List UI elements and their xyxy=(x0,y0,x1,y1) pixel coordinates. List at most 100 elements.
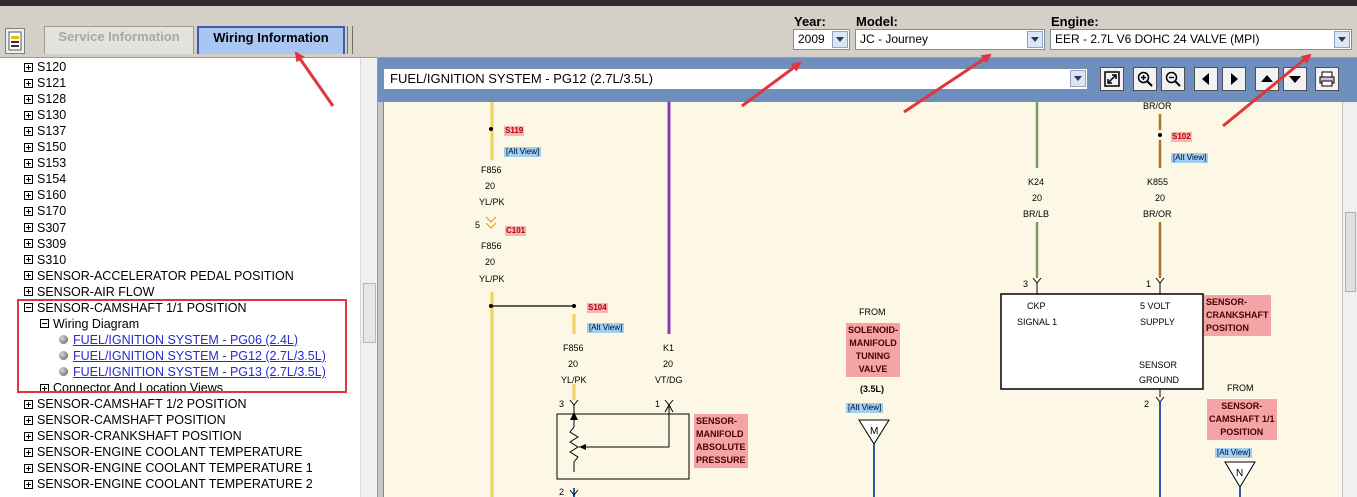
arrow-left-button[interactable] xyxy=(1194,67,1218,91)
tree-item-label: SENSOR-AIR FLOW xyxy=(37,284,155,299)
chevron-down-icon[interactable] xyxy=(1027,31,1043,48)
expand-icon[interactable] xyxy=(24,206,33,216)
crank-sensor-label[interactable]: SENSOR- CRANKSHAFT POSITION xyxy=(1204,295,1271,337)
year-label: Year: xyxy=(794,14,826,29)
ground-label: GROUND xyxy=(1139,375,1179,385)
tree-item-sensor[interactable]: SENSOR-CAMSHAFT 1/2 POSITION xyxy=(24,396,247,412)
expand-icon[interactable] xyxy=(24,110,33,120)
map-label-line: SENSOR- xyxy=(696,416,738,426)
model-label: Model: xyxy=(856,14,898,29)
model-select[interactable]: JC - Journey xyxy=(855,29,1045,50)
engine-select[interactable]: EER - 2.7L V6 DOHC 24 VALVE (MPI) xyxy=(1050,29,1352,50)
expand-icon[interactable] xyxy=(24,287,33,297)
tree-scroll-thumb[interactable] xyxy=(363,283,376,343)
tree-item-label: S307 xyxy=(37,220,67,235)
tree-item-label: S130 xyxy=(37,108,67,123)
arrow-right-button[interactable] xyxy=(1222,67,1246,91)
wire-color-brlb: BR/LB xyxy=(1023,209,1050,219)
cam11-label[interactable]: SENSOR- CAMSHAFT 1/1 POSITION xyxy=(1207,399,1277,441)
expand-icon[interactable] xyxy=(24,447,33,457)
splice-s104[interactable]: S104 xyxy=(587,303,608,313)
tab-service-information[interactable]: Service Information xyxy=(44,26,194,54)
wiring-diagram-canvas[interactable]: S119 [Alt View] F856 20 YL/PK 5 C101 F85… xyxy=(383,102,1343,497)
tree-item-s[interactable]: S170 xyxy=(24,203,66,219)
arrow-right-icon xyxy=(1231,73,1238,85)
tree-item-label: S128 xyxy=(37,92,67,107)
arrow-up-button[interactable] xyxy=(1255,67,1279,91)
alt-view-link[interactable]: [Alt View] xyxy=(587,323,625,333)
expand-icon[interactable] xyxy=(24,142,33,152)
expand-icon[interactable] xyxy=(24,94,33,104)
tree-item-label: SENSOR-CAMSHAFT 1/2 POSITION xyxy=(37,397,247,412)
solenoid-label[interactable]: SOLENOID- MANIFOLD TUNING VALVE xyxy=(846,323,901,378)
tree-item-s[interactable]: S309 xyxy=(24,236,66,252)
tree-item-label: SENSOR-CRANKSHAFT POSITION xyxy=(37,429,242,444)
expand-icon[interactable] xyxy=(24,463,33,473)
diagram-scroll-thumb[interactable] xyxy=(1345,212,1356,292)
map-sensor-label[interactable]: SENSOR- MANIFOLD ABSOLUTE PRESSURE xyxy=(694,414,748,469)
tree-item-sensor[interactable]: SENSOR-CRANKSHAFT POSITION xyxy=(24,428,242,444)
tree-scrollbar[interactable] xyxy=(360,58,377,497)
tree-item-s[interactable]: S121 xyxy=(24,75,66,91)
tree-item-s[interactable]: S137 xyxy=(24,123,66,139)
chevron-down-icon[interactable] xyxy=(1334,31,1350,48)
tree-item-s[interactable]: S154 xyxy=(24,171,66,187)
arrow-down-button[interactable] xyxy=(1283,67,1307,91)
print-button[interactable] xyxy=(1315,67,1339,91)
tree-item-s[interactable]: S128 xyxy=(24,91,66,107)
year-select[interactable]: 2009 xyxy=(793,29,850,50)
tree-item-s[interactable]: S310 xyxy=(24,252,66,268)
expand-icon[interactable] xyxy=(24,62,33,72)
expand-icon[interactable] xyxy=(24,174,33,184)
expand-icon[interactable] xyxy=(24,223,33,232)
splice-s102[interactable]: S102 xyxy=(1171,132,1192,142)
tree-item-s[interactable]: S307 xyxy=(24,220,66,236)
diagram-viewport: S119 [Alt View] F856 20 YL/PK 5 C101 F85… xyxy=(378,102,1357,497)
expand-icon[interactable] xyxy=(24,255,33,265)
tree-item-label: S137 xyxy=(37,124,67,139)
fit-icon xyxy=(1104,71,1120,87)
zoom-in-button[interactable] xyxy=(1133,67,1157,91)
wire-color-vtdg: VT/DG xyxy=(655,375,683,385)
expand-icon[interactable] xyxy=(24,271,33,281)
tree-item-sensor[interactable]: SENSOR-CAMSHAFT POSITION xyxy=(24,412,226,428)
pin-number: 1 xyxy=(1146,279,1152,289)
alt-view-link[interactable]: [Alt View] xyxy=(1171,153,1209,163)
tab-wiring-information[interactable]: Wiring Information xyxy=(197,26,345,54)
expand-icon[interactable] xyxy=(24,431,33,441)
diagram-page-select[interactable]: FUEL/IGNITION SYSTEM - PG12 (2.7L/3.5L) xyxy=(383,68,1088,90)
connector-c101[interactable]: C101 xyxy=(505,226,527,236)
tree-item-s[interactable]: S150 xyxy=(24,139,66,155)
tree-item-s[interactable]: S130 xyxy=(24,107,66,123)
expand-icon[interactable] xyxy=(24,479,33,489)
home-icon[interactable] xyxy=(5,28,25,54)
expand-icon[interactable] xyxy=(24,158,33,168)
splice-s119[interactable]: S119 xyxy=(504,126,525,136)
zoom-out-button[interactable] xyxy=(1161,67,1185,91)
chevron-down-icon[interactable] xyxy=(1070,70,1086,87)
chevron-down-icon[interactable] xyxy=(832,31,848,48)
tree-item-airflow[interactable]: SENSOR-AIR FLOW xyxy=(24,284,154,300)
expand-icon[interactable] xyxy=(24,239,33,249)
diagram-scrollbar[interactable] xyxy=(1342,102,1357,497)
tree-item-s[interactable]: S160 xyxy=(24,187,66,203)
tree-item-sensor[interactable]: SENSOR-ENGINE COOLANT TEMPERATURE 2 xyxy=(24,476,313,492)
alt-view-link[interactable]: [Alt View] xyxy=(1215,448,1253,458)
crank-label-line: POSITION xyxy=(1206,323,1250,334)
expand-icon[interactable] xyxy=(24,126,33,136)
tree-item-label: S153 xyxy=(37,156,67,171)
alt-view-link[interactable]: [Alt View] xyxy=(846,403,884,413)
fit-button[interactable] xyxy=(1100,67,1124,91)
alt-view-link[interactable]: [Alt View] xyxy=(504,147,542,157)
tree-item-sensor[interactable]: SENSOR-ENGINE COOLANT TEMPERATURE 1 xyxy=(24,460,313,476)
expand-icon[interactable] xyxy=(24,78,33,88)
tree-item-label: SENSOR-ENGINE COOLANT TEMPERATURE 1 xyxy=(37,461,313,476)
expand-icon[interactable] xyxy=(24,415,33,425)
tree-item-sensor[interactable]: SENSOR-ENGINE COOLANT TEMPERATURE xyxy=(24,444,302,460)
navigation-tree: S120 S121 S128 S130 S137 S150 S153 S154 S160 S170… xyxy=(0,58,378,497)
tree-item-s[interactable]: S120 xyxy=(24,59,66,75)
tree-item-s[interactable]: S153 xyxy=(24,155,66,171)
expand-icon[interactable] xyxy=(24,190,33,200)
expand-icon[interactable] xyxy=(24,399,33,409)
tree-item-accelerator[interactable]: SENSOR-ACCELERATOR PEDAL POSITION xyxy=(24,268,294,284)
